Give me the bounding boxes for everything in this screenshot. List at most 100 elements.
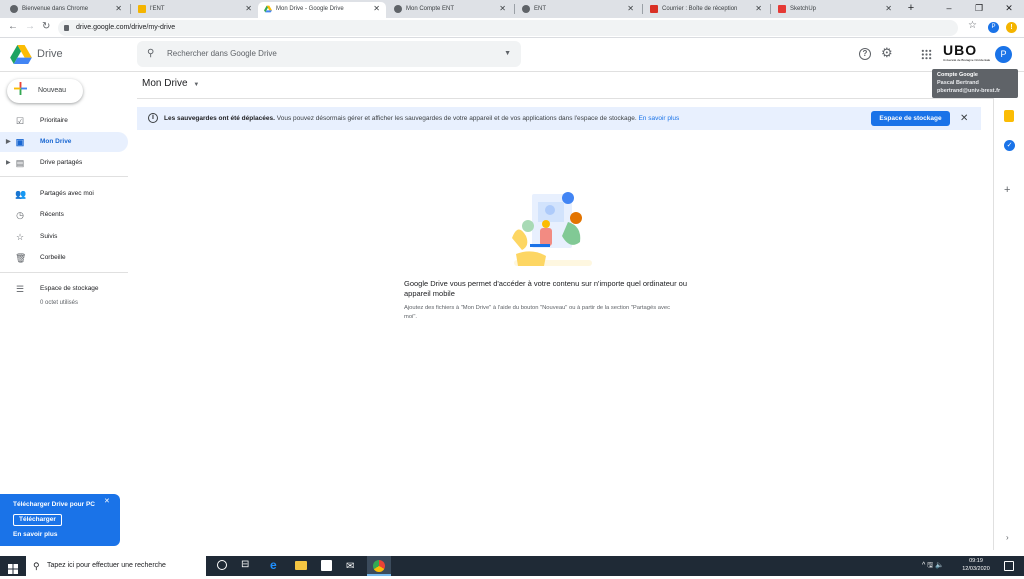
tab-sketchup[interactable]: SketchUp ✕: [772, 2, 898, 18]
taskbar-search-input[interactable]: ⚲ Tapez ici pour effectuer une recherche: [26, 556, 206, 576]
mail-icon[interactable]: ✉: [346, 561, 354, 572]
storage-usage: 0 octet utilisés: [40, 300, 79, 306]
tab-title: SketchUp: [790, 6, 817, 12]
help-icon[interactable]: ?: [859, 48, 871, 60]
learn-more-link[interactable]: En savoir plus: [638, 115, 679, 122]
close-icon[interactable]: ✕: [373, 2, 380, 16]
empty-state-illustration: [510, 188, 596, 274]
tab-ent[interactable]: l'ENT ✕: [132, 2, 258, 18]
organization-logo: UBO Université de Bretagne Occidentale: [943, 42, 991, 66]
windows-start-icon[interactable]: [8, 561, 18, 579]
account-tooltip: Compte Google Pascal Bertrand pbertrand@…: [932, 69, 1018, 98]
close-window-button[interactable]: ✕: [994, 0, 1024, 18]
cortana-icon[interactable]: [217, 560, 227, 570]
org-logo-text: UBO: [943, 42, 978, 58]
new-tab-button[interactable]: +: [896, 0, 926, 18]
new-button[interactable]: Nouveau: [7, 79, 83, 103]
storage-button[interactable]: Espace de stockage: [871, 111, 950, 126]
tab-mon-compte-ent[interactable]: Mon Compte ENT ✕: [388, 2, 512, 18]
minimize-button[interactable]: –: [934, 0, 964, 18]
apps-grid-icon[interactable]: [921, 47, 932, 65]
file-explorer-icon[interactable]: [295, 561, 307, 570]
task-view-icon[interactable]: ⊟: [241, 559, 249, 570]
keep-icon[interactable]: [1004, 110, 1014, 122]
sidebar-item-drive-partages[interactable]: ▶ ▤ Drive partagés: [0, 153, 128, 173]
sidebar-item-label: Suivis: [40, 233, 58, 240]
trash-icon: 🗑: [15, 253, 27, 263]
search-input[interactable]: Rechercher dans Google Drive ⚲ ▼: [137, 41, 521, 67]
my-drive-icon: ▣: [15, 137, 25, 147]
sidebar-item-corbeille[interactable]: 🗑 Corbeille: [0, 248, 128, 268]
drive-icon: [264, 5, 272, 13]
profile-avatar[interactable]: P: [988, 22, 999, 33]
tab-bienvenue[interactable]: Bienvenue dans Chrome ✕: [4, 2, 128, 18]
tab-google-drive[interactable]: Mon Drive - Google Drive ✕: [258, 2, 386, 18]
add-addon-icon[interactable]: +: [1004, 184, 1010, 196]
sidebar-item-prioritaire[interactable]: ☑ Prioritaire: [0, 111, 128, 131]
close-icon[interactable]: ✕: [115, 2, 122, 16]
tab-ent-2[interactable]: ENT ✕: [516, 2, 640, 18]
expand-caret-icon[interactable]: ▶: [6, 153, 11, 173]
close-icon[interactable]: ✕: [245, 2, 252, 16]
close-icon[interactable]: ✕: [755, 2, 762, 16]
side-panel: ✓ + ›: [993, 72, 1024, 550]
download-promo: Télécharger Drive pour PC ✕ Télécharger …: [0, 494, 120, 546]
tab-courrier[interactable]: Courrier : Boîte de réception ✕: [644, 2, 768, 18]
drive-logo-icon[interactable]: [10, 45, 32, 69]
close-icon[interactable]: ✕: [499, 2, 506, 16]
search-icon: ⚲: [33, 561, 40, 571]
lock-icon: [64, 25, 69, 31]
sidebar-item-label: Partagés avec moi: [40, 190, 94, 197]
sidebar-item-recents[interactable]: ◷ Récents: [0, 205, 128, 225]
reload-icon[interactable]: ↻: [42, 21, 50, 32]
banner-bold: Les sauvegardes ont été déplacées.: [164, 115, 275, 122]
empty-state-title: Google Drive vous permet d'accéder à vot…: [404, 279, 688, 298]
app-name: Drive: [37, 48, 63, 60]
clock[interactable]: 09:19 12/03/2020: [958, 557, 994, 573]
tab-separator: [770, 4, 771, 14]
store-icon[interactable]: [321, 560, 332, 571]
sidebar-item-partages-avec-moi[interactable]: 👥 Partagés avec moi: [0, 184, 128, 204]
restore-button[interactable]: ❐: [964, 0, 994, 18]
system-tray-icons[interactable]: ^ 🖫 🔈: [922, 561, 944, 572]
browser-toolbar: ← → ↻ drive.google.com/drive/my-drive ☆ …: [0, 18, 1024, 38]
account-avatar[interactable]: P: [995, 46, 1012, 63]
address-bar[interactable]: drive.google.com/drive/my-drive: [58, 20, 958, 36]
close-promo-icon[interactable]: ✕: [104, 497, 110, 505]
mail-icon: [650, 5, 658, 13]
expand-panel-icon[interactable]: ›: [1006, 533, 1009, 542]
back-icon[interactable]: ←: [8, 21, 18, 32]
tab-title: Mon Compte ENT: [406, 6, 455, 12]
sketchup-icon: [778, 5, 786, 13]
title-divider: [137, 98, 993, 99]
banner-text-container: Les sauvegardes ont été déplacées. Vous …: [164, 107, 679, 130]
settings-gear-icon[interactable]: ⚙: [881, 45, 893, 61]
edge-icon[interactable]: e: [270, 558, 277, 572]
forward-icon[interactable]: →: [25, 21, 35, 32]
download-button[interactable]: Télécharger: [13, 514, 62, 526]
search-icon[interactable]: ⚲: [147, 41, 154, 67]
page-title-text: Mon Drive: [142, 78, 188, 89]
search-options-icon[interactable]: ▼: [504, 41, 511, 67]
sidebar-item-storage[interactable]: ☰ Espace de stockage: [0, 279, 128, 299]
chrome-taskbar-button[interactable]: [367, 556, 391, 576]
tab-title: Bienvenue dans Chrome: [22, 6, 89, 12]
sidebar-item-suivis[interactable]: ☆ Suivis: [0, 227, 128, 247]
globe-icon: [522, 5, 530, 13]
search-placeholder: Rechercher dans Google Drive: [167, 49, 277, 58]
update-icon[interactable]: !: [1006, 22, 1017, 33]
bookmark-star-icon[interactable]: ☆: [968, 20, 977, 31]
sidebar-divider: [0, 272, 128, 273]
priority-icon: ☑: [15, 116, 25, 126]
sidebar-item-mon-drive[interactable]: ▶ ▣ Mon Drive: [0, 132, 128, 152]
expand-caret-icon[interactable]: ▶: [6, 132, 11, 152]
close-icon[interactable]: ✕: [627, 2, 634, 16]
promo-learn-more-link[interactable]: En savoir plus: [13, 531, 57, 538]
notifications-icon[interactable]: [1004, 561, 1014, 571]
sidebar-item-label: Espace de stockage: [40, 285, 99, 292]
tasks-icon[interactable]: ✓: [1004, 140, 1015, 151]
page-title[interactable]: Mon Drive ▼: [142, 78, 199, 89]
clock-icon: ◷: [16, 210, 24, 220]
close-icon[interactable]: ✕: [885, 2, 892, 16]
close-banner-icon[interactable]: ✕: [960, 107, 968, 130]
